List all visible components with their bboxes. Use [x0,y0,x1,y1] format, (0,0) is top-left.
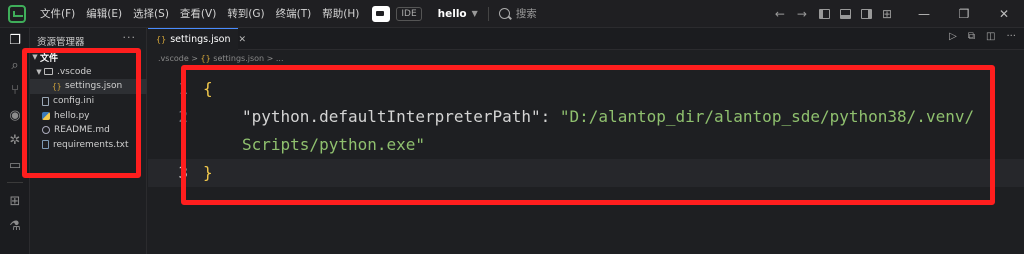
json-colon: : [540,107,560,126]
run-icon[interactable]: ▷ [949,31,957,42]
menu-view[interactable]: 查看(V) [180,6,216,21]
tree-item-readme[interactable]: README.md [30,123,147,138]
tree-item-label: settings.json [65,81,123,92]
tab-label: settings.json [170,34,231,45]
title-bar: 文件(F) 编辑(E) 选择(S) 查看(V) 转到(G) 终端(T) 帮助(H… [0,0,1024,28]
command-search[interactable]: 搜索 [516,6,537,21]
tree-item-vscode[interactable]: ▼ .vscode [30,65,147,80]
tree-root[interactable]: ▼ 文件 [30,50,147,65]
remote-monitor-icon[interactable]: ▭ [7,158,23,174]
file-icon [42,96,49,106]
title-actions: ← → ⊞ — ❐ ✕ [775,0,1024,28]
more-actions-icon[interactable]: ··· [123,31,137,44]
breadcrumb-item[interactable]: settings.json [213,54,264,63]
minimize-button[interactable]: — [904,7,944,21]
tab-bar: {} settings.json ✕ ▷ ⧉ ◫ ··· [148,28,1024,50]
tree-item-label: README.md [54,125,110,136]
editor-actions: ▷ ⧉ ◫ ··· [938,31,1016,42]
code-line[interactable]: 1 { [148,75,1024,103]
chevron-down-icon[interactable]: ▼ [472,9,478,18]
json-string-value: Scripts/python.exe" [242,135,426,154]
tree-item-hello-py[interactable]: hello.py [30,108,147,123]
menu-edit[interactable]: 编辑(E) [86,6,122,21]
menu-selection[interactable]: 选择(S) [133,6,169,21]
menu-help[interactable]: 帮助(H) [322,6,359,21]
code-text: { [203,79,213,98]
toggle-primary-sidebar-icon[interactable] [818,9,830,19]
split-editor-icon[interactable]: ◫ [986,31,995,42]
ide-icon [372,5,391,22]
breadcrumb-item[interactable]: ... [276,54,284,63]
tree-item-label: config.ini [53,96,95,107]
json-icon: {} [200,54,211,63]
explorer-title: 资源管理器 [37,37,85,48]
json-string-value: "D:/alantop_dir/alantop_sde/python38/.ve… [559,107,975,126]
explorer-sidebar: 资源管理器 ··· ▼ 文件 ▼ .vscode {} settings.jso… [30,28,147,254]
tree-item-label: hello.py [54,110,90,121]
tree-item-config-ini[interactable]: config.ini [30,94,147,109]
search-view-icon[interactable]: ⌕ [7,58,23,74]
code-line-current[interactable]: 3 } [148,159,1024,187]
source-control-icon[interactable]: ⑂ [7,83,23,99]
chevron-down-icon: ▼ [36,67,42,76]
compare-icon[interactable]: ⧉ [968,31,975,42]
tree-item-label: requirements.txt [53,139,129,150]
toggle-secondary-sidebar-icon[interactable] [860,9,872,19]
tree-item-requirements[interactable]: requirements.txt [30,138,147,153]
search-icon [498,8,510,19]
back-arrow-icon[interactable]: ← [775,7,785,21]
tree-item-label: .vscode [57,66,92,77]
line-number: 2 [178,107,188,126]
breadcrumb-item[interactable]: .vscode [158,54,189,63]
more-icon[interactable]: ··· [1006,31,1016,42]
forward-arrow-icon[interactable]: → [797,7,807,21]
json-icon: {} [52,81,62,91]
close-window-button[interactable]: ✕ [984,7,1024,21]
run-debug-icon[interactable]: ◉ [7,108,23,124]
extensions-debug-icon[interactable]: ✲ [7,133,23,149]
json-key: "python.defaultInterpreterPath" [242,107,541,126]
chevron-down-icon: ▼ [32,53,38,62]
python-icon [42,111,50,120]
divider [487,6,489,21]
breadcrumb-separator: > [191,54,201,63]
activity-bar: ❐ ⌕ ⑂ ◉ ✲ ▭ ⊞ ⚗ [0,28,30,254]
menu-terminal[interactable]: 终端(T) [276,6,312,21]
tree-item-settings-json[interactable]: {} settings.json [30,79,147,94]
breadcrumb-separator: > [266,54,276,63]
folder-icon [44,68,53,76]
tab-settings-json[interactable]: {} settings.json ✕ [148,28,246,50]
code-text: "python.defaultInterpreterPath": "D:/ala… [242,103,974,131]
testing-flask-icon[interactable]: ⚗ [7,219,23,235]
breadcrumb: .vscode > {} settings.json > ... [158,54,284,63]
activity-divider [7,182,23,183]
close-icon[interactable]: ✕ [239,35,247,45]
text-file-icon [42,140,49,150]
code-editor[interactable]: 1 { 2 "python.defaultInterpreterPath": "… [148,75,1024,187]
extensions-icon[interactable]: ⊞ [7,194,23,210]
code-line[interactable]: 2 "python.defaultInterpreterPath": "D:/a… [148,103,1024,131]
code-line-wrapped[interactable]: Scripts/python.exe" [148,131,1024,159]
menu-file[interactable]: 文件(F) [40,6,75,21]
toggle-panel-icon[interactable] [839,9,851,19]
line-number: 3 [178,163,188,182]
explorer-icon[interactable]: ❐ [7,33,23,49]
project-name[interactable]: hello [438,8,467,20]
layout-icon[interactable]: ⊞ [882,7,892,21]
code-text: } [203,163,213,182]
maximize-button[interactable]: ❐ [944,7,984,21]
info-icon [42,126,50,135]
menu-go[interactable]: 转到(G) [227,6,264,21]
app-logo-icon [8,4,26,23]
ide-label: IDE [396,6,422,21]
ide-toggle[interactable]: IDE [372,5,422,22]
tree-root-label: 文件 [40,53,59,64]
json-icon: {} [156,35,167,44]
line-number: 1 [178,79,188,98]
file-tree: ▼ 文件 ▼ .vscode {} settings.json config.i… [30,50,147,152]
editor-area: {} settings.json ✕ ▷ ⧉ ◫ ··· .vscode > {… [148,28,1024,254]
